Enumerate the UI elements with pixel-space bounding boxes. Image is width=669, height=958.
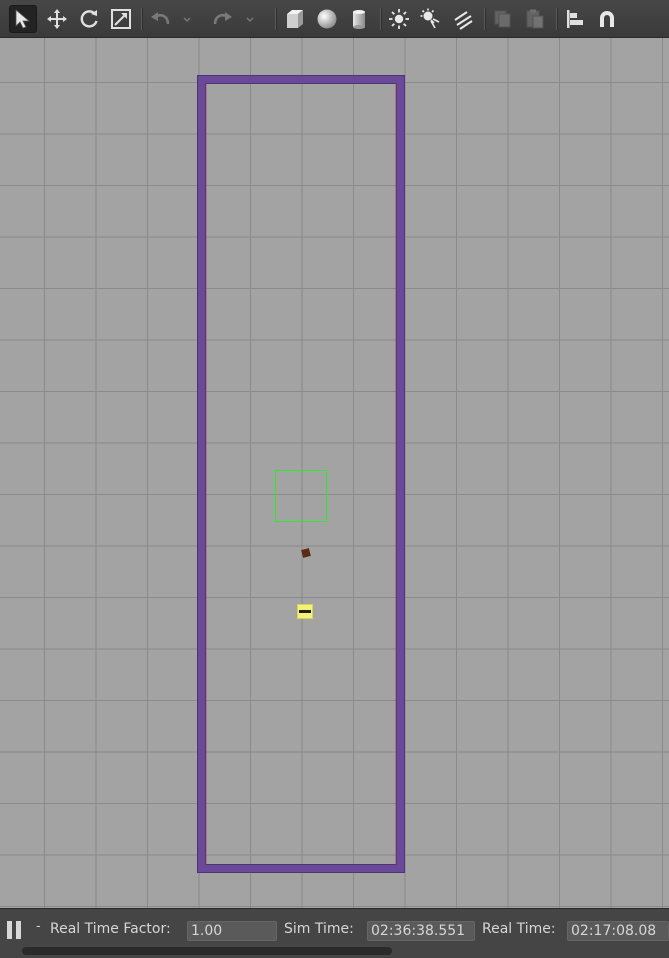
toolbar-separator (275, 8, 277, 30)
status-bar: - Real Time Factor: 1.00 Sim Time: 02:36… (0, 908, 669, 958)
real-time-factor-label: Real Time Factor: (50, 921, 171, 937)
sphere-shape-tool[interactable] (313, 5, 341, 33)
box-icon (287, 10, 303, 28)
undo-icon (151, 12, 170, 25)
real-time-label: Real Time: (482, 921, 556, 937)
paste-icon (526, 9, 544, 29)
arrow-cursor-icon (15, 9, 31, 29)
magnet-icon (600, 11, 614, 27)
chevron-down-icon (246, 17, 254, 22)
undo-dropdown[interactable] (178, 5, 196, 33)
align-tool[interactable] (561, 5, 589, 33)
real-time-value: 02:17:08.08 (567, 921, 669, 941)
point-light-tool[interactable] (385, 5, 413, 33)
scale-mode-tool[interactable] (107, 5, 135, 33)
translate-mode-tool[interactable] (43, 5, 71, 33)
sim-time-label: Sim Time: (284, 921, 354, 937)
cylinder-icon (353, 10, 365, 29)
pause-icon (7, 921, 12, 939)
toolbar-separator (141, 8, 143, 30)
redo-icon (213, 12, 232, 25)
robot-model[interactable] (297, 604, 313, 619)
scene-viewport[interactable] (0, 38, 669, 908)
horizontal-scrollbar[interactable] (22, 947, 392, 955)
toolbar-separator (484, 8, 486, 30)
move-arrows-icon (47, 9, 67, 29)
box-shape-tool[interactable] (281, 5, 309, 33)
sphere-icon (317, 9, 337, 29)
chevron-down-icon (183, 17, 191, 22)
redo-dropdown[interactable] (241, 5, 259, 33)
pause-button[interactable] (7, 921, 23, 939)
rotate-mode-tool[interactable] (75, 5, 103, 33)
step-separator: - (36, 919, 41, 934)
rotate-icon (80, 10, 98, 28)
directional-light-tool[interactable] (449, 5, 477, 33)
point-light-icon (389, 9, 409, 29)
toolbar-separator (556, 8, 558, 30)
spot-light-tool[interactable] (417, 5, 445, 33)
selection-box[interactable] (275, 470, 327, 522)
toolbar (0, 0, 669, 38)
snap-tool[interactable] (593, 5, 621, 33)
copy-icon (494, 10, 511, 28)
undo-tool[interactable] (146, 5, 174, 33)
toolbar-separator (380, 8, 382, 30)
select-mode-tool[interactable] (9, 5, 37, 33)
redo-tool[interactable] (209, 5, 237, 33)
align-icon (567, 10, 583, 28)
scale-icon (111, 9, 131, 29)
spot-light-icon (420, 8, 440, 29)
cylinder-shape-tool[interactable] (345, 5, 373, 33)
paste-tool[interactable] (521, 5, 549, 33)
directional-light-icon (454, 11, 473, 30)
sim-time-value: 02:36:38.551 (367, 921, 475, 941)
copy-tool[interactable] (489, 5, 517, 33)
real-time-factor-value: 1.00 (187, 921, 277, 941)
